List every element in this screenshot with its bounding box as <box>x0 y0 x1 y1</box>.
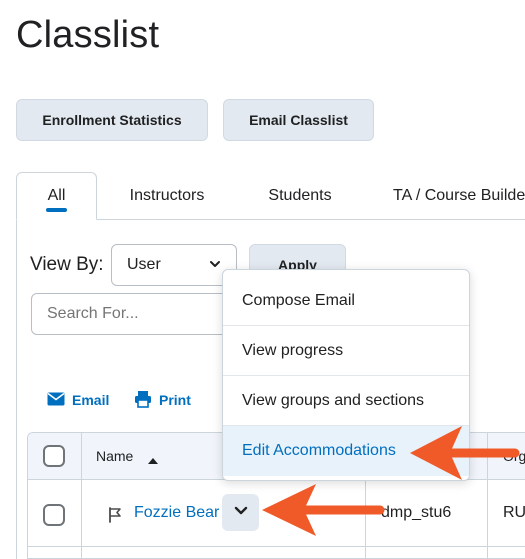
arrow-icon <box>410 426 520 480</box>
arrow-icon <box>262 484 385 536</box>
annotation-arrows <box>262 426 520 536</box>
